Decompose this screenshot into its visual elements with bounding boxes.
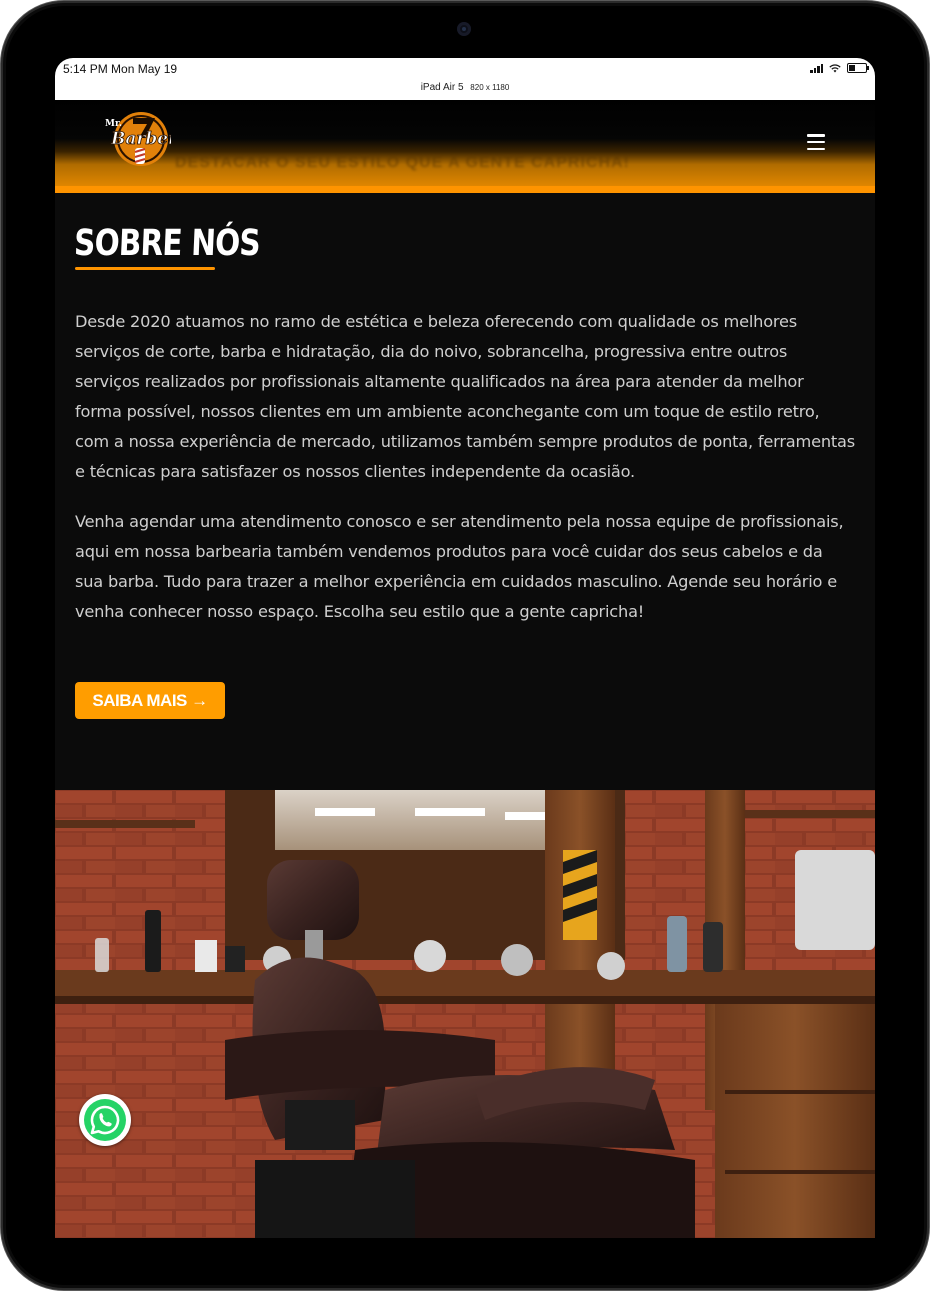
- screen: 5:14 PM Mon May 19 iPad Air 5 820 x 1180…: [55, 58, 875, 1238]
- wifi-icon: [829, 63, 841, 72]
- barber-logo[interactable]: Mr. Barber: [103, 108, 171, 170]
- whatsapp-icon: [84, 1099, 126, 1141]
- hamburger-menu-icon[interactable]: [807, 134, 825, 150]
- device-name: iPad Air 5: [420, 82, 464, 93]
- saiba-mais-button[interactable]: SAIBA MAIS →: [75, 682, 225, 719]
- barbershop-photo: [55, 790, 875, 1238]
- logo-text: Barber: [110, 129, 171, 149]
- site-header: DESTACAR O SEU ESTILO QUE A GENTE CAPRIC…: [55, 100, 875, 186]
- whatsapp-button[interactable]: [79, 1094, 131, 1146]
- header-promo-text: DESTACAR O SEU ESTILO QUE A GENTE CAPRIC…: [175, 154, 630, 171]
- status-time: 5:14 PM Mon May 19: [63, 62, 178, 76]
- about-title: SOBRE NÓS: [73, 223, 261, 264]
- cellular-signal-icon: [810, 63, 823, 73]
- barber-chair-image: [55, 790, 875, 1238]
- logo-small-text: Mr.: [105, 119, 122, 129]
- device-label: iPad Air 5 820 x 1180: [55, 82, 875, 93]
- about-section: SOBRE NÓS Desde 2020 atuamos no ramo de …: [55, 193, 875, 790]
- title-underline: [75, 267, 215, 270]
- ipad-frame: 5:14 PM Mon May 19 iPad Air 5 820 x 1180…: [0, 0, 930, 1291]
- battery-icon: [847, 63, 869, 73]
- about-paragraph-1: Desde 2020 atuamos no ramo de estética e…: [75, 312, 855, 481]
- device-dimensions: 820 x 1180: [470, 83, 510, 92]
- about-paragraph-2: Venha agendar uma atendimento conosco e …: [75, 512, 844, 621]
- front-camera: [457, 22, 471, 36]
- status-bar: 5:14 PM Mon May 19 iPad Air 5 820 x 1180: [55, 58, 875, 100]
- status-icons: [810, 63, 869, 73]
